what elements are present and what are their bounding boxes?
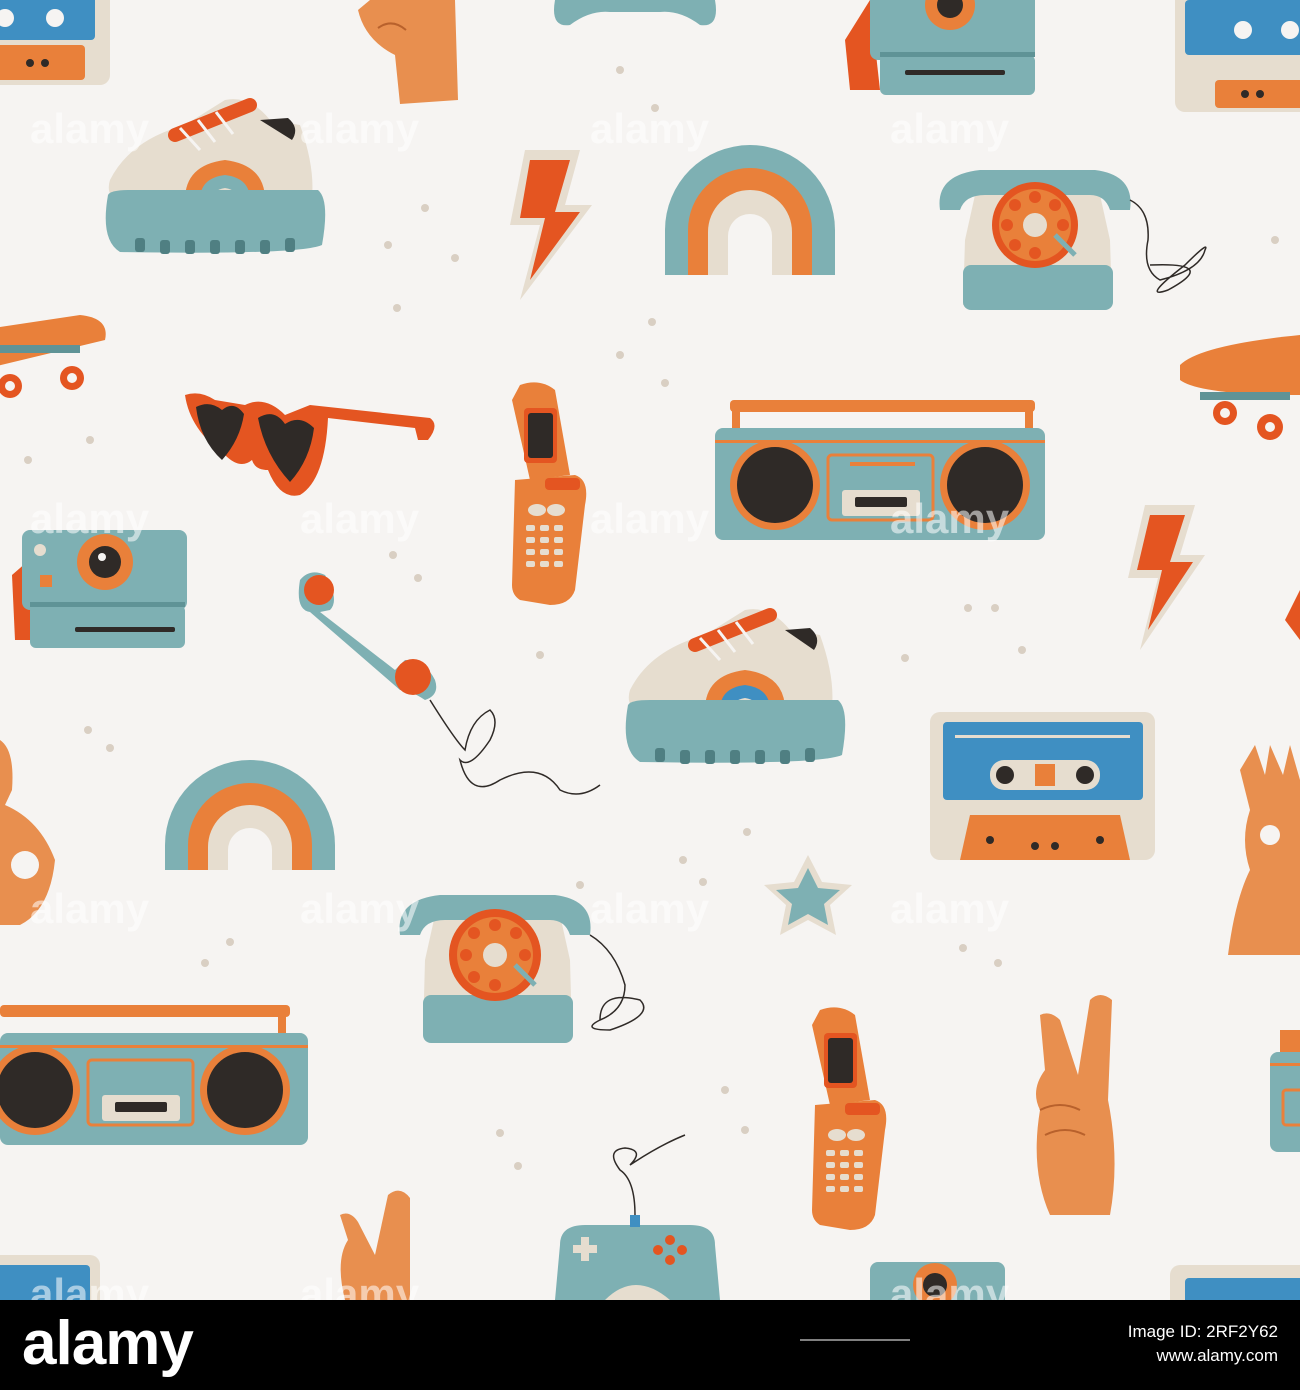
instant-camera-icon bbox=[12, 530, 187, 648]
peace-sign-hand-icon bbox=[1036, 995, 1115, 1215]
rainbow-icon bbox=[165, 760, 335, 870]
rainbow-icon bbox=[665, 145, 835, 275]
image-meta: Image ID: 2RF2Y62 www.alamy.com bbox=[1128, 1320, 1278, 1368]
cassette-icon bbox=[0, 1255, 100, 1300]
instant-camera-icon bbox=[845, 0, 1035, 95]
heart-sunglasses-icon bbox=[185, 393, 435, 496]
retro-pattern: alamy alamy alamy alamy alamy alamy alam… bbox=[0, 0, 1300, 1317]
site-link[interactable]: www.alamy.com bbox=[1128, 1344, 1278, 1368]
sneaker-icon bbox=[625, 608, 846, 764]
cassette-icon bbox=[0, 0, 110, 85]
lightning-bolt-icon bbox=[1128, 505, 1205, 650]
skateboard-icon bbox=[0, 315, 106, 398]
cassette-icon bbox=[930, 712, 1155, 860]
rotary-phone-icon bbox=[939, 170, 1207, 310]
brand-logo[interactable]: alamy bbox=[22, 1308, 194, 1379]
flip-phone-icon bbox=[512, 382, 587, 605]
cassette-icon bbox=[1175, 0, 1300, 112]
peace-sign-hand-icon bbox=[340, 1190, 410, 1300]
lightning-bolt-icon bbox=[510, 150, 592, 300]
instant-camera-icon bbox=[870, 1262, 1005, 1300]
boombox-icon bbox=[0, 1005, 308, 1145]
flip-phone-icon bbox=[812, 1007, 887, 1230]
sneaker-icon bbox=[105, 98, 326, 254]
stock-footer-bar: alamy Image ID: 2RF2Y62 www.alamy.com bbox=[0, 1300, 1300, 1390]
phone-handset-icon bbox=[298, 572, 601, 795]
game-controller-icon bbox=[555, 1134, 720, 1300]
cassette-icon bbox=[1170, 1265, 1300, 1300]
boombox-icon bbox=[715, 400, 1045, 540]
rotary-phone-icon bbox=[399, 895, 645, 1043]
lightning-bolt-icon bbox=[1285, 590, 1300, 640]
image-id: Image ID: 2RF2Y62 bbox=[1127, 1322, 1278, 1341]
ok-hand-icon bbox=[1228, 745, 1300, 955]
game-controller-icon bbox=[554, 0, 716, 26]
hand-icon bbox=[358, 0, 458, 104]
ok-hand-icon bbox=[0, 740, 55, 925]
skateboard-icon bbox=[1180, 335, 1300, 440]
star-icon bbox=[764, 855, 852, 935]
boombox-icon bbox=[1270, 1030, 1300, 1152]
